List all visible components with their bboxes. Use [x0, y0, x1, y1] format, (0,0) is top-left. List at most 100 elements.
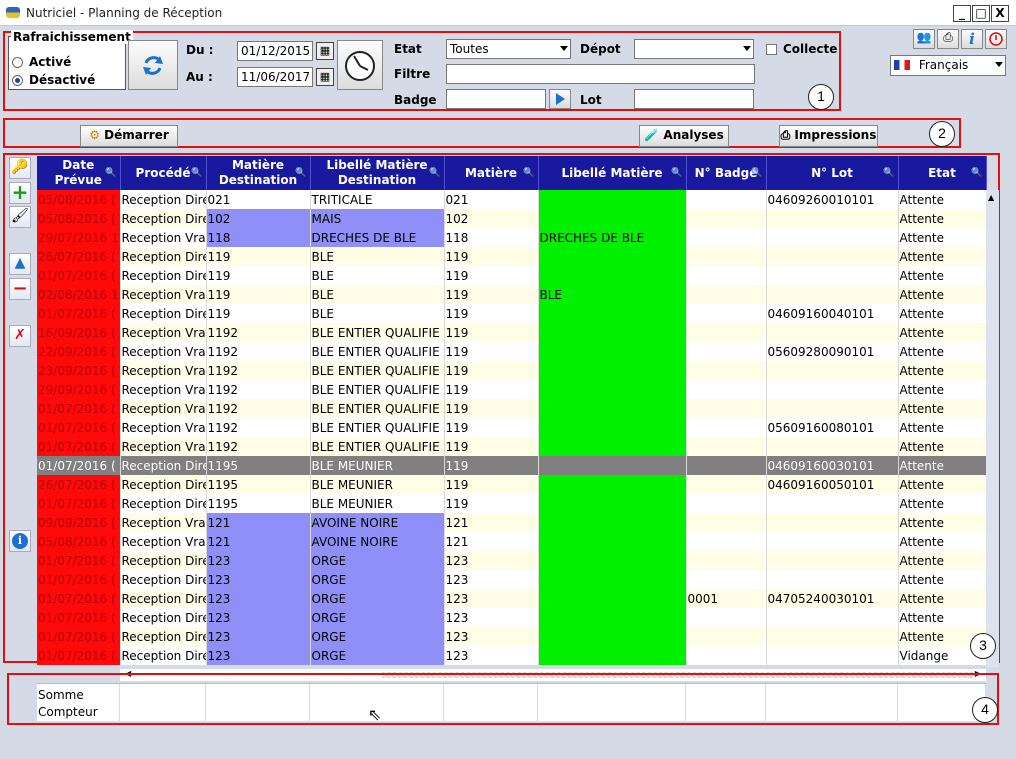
table-cell-date: 02/08/2016 1	[37, 285, 121, 304]
move-up-icon[interactable]: ▲	[9, 253, 31, 275]
column-search-icon[interactable]: 🔍	[429, 166, 440, 181]
scroll-up-icon[interactable]: ▲	[988, 193, 994, 202]
column-search-icon[interactable]: 🔍	[883, 166, 894, 181]
table-cell-mdest: 118	[206, 228, 311, 247]
printer-icon[interactable]: ⎙	[937, 29, 959, 49]
au-date-input[interactable]: 11/06/2017	[237, 67, 313, 87]
key-icon[interactable]: 🔑	[9, 157, 31, 179]
column-search-icon[interactable]: 🔍	[671, 166, 682, 181]
column-header[interactable]: Date Prévue 🔍	[37, 156, 121, 190]
column-search-icon[interactable]: 🔍	[523, 166, 534, 181]
table-row[interactable]: 01/07/2016 (Reception Dire 123 ORGE 123 Vida…	[37, 646, 987, 665]
column-header[interactable]: Matière Destination 🔍	[206, 156, 311, 190]
section-badge-2: 2	[929, 121, 955, 147]
table-cell-lot	[766, 513, 899, 532]
table-row[interactable]: 05/08/2016 (Reception Dire 102 MAIS 102 Atte…	[37, 209, 987, 228]
close-button[interactable]: X	[991, 5, 1009, 22]
table-row[interactable]: 09/09/2016 (Reception Vra 121 AVOINE NOIRE…	[37, 513, 987, 532]
column-search-icon[interactable]: 🔍	[105, 166, 116, 181]
remove-icon[interactable]: −	[9, 278, 31, 300]
column-search-icon[interactable]: 🔍	[751, 166, 762, 181]
table-row[interactable]: 01/07/2016 (Reception Dire 123 ORGE 123 Atte…	[37, 627, 987, 646]
table-cell-lot	[766, 266, 899, 285]
table-row[interactable]: 01/07/2016 (Reception Dire 119 BLE 119 Atten…	[37, 266, 987, 285]
delete-icon[interactable]: ✗	[9, 325, 31, 347]
table-row[interactable]: 29/09/2016 (Reception Vra 1192 BLE ENTIER …	[37, 380, 987, 399]
reception-table: Date Prévue 🔍 Procédé 🔍 Matière Destination 🔍…	[37, 156, 987, 665]
table-row[interactable]: 22/09/2016 (Reception Vra 1192 BLE ENTIER …	[37, 342, 987, 361]
badge-input[interactable]	[446, 89, 546, 109]
table-cell-mdest: 119	[206, 247, 311, 266]
column-header[interactable]: Etat 🔍	[898, 156, 987, 190]
table-cell-mat: 119	[444, 361, 539, 380]
etat-select[interactable]: Toutes	[446, 39, 571, 59]
column-header[interactable]: Libellé Matière Destination 🔍	[310, 156, 445, 190]
table-row[interactable]: 26/07/2016 (Reception Dire 119 BLE 119 Atten…	[37, 247, 987, 266]
start-button[interactable]: ⚙ Démarrer	[80, 125, 178, 147]
language-select[interactable]: Français	[890, 55, 1006, 76]
maximize-button[interactable]: □	[972, 5, 990, 22]
column-search-icon[interactable]: 🔍	[295, 166, 306, 181]
analyses-label: Analyses	[663, 128, 724, 142]
add-icon[interactable]: +	[9, 182, 31, 204]
du-date-input[interactable]: 01/12/2015	[237, 41, 313, 61]
table-row[interactable]: 01/07/2016 (Reception Dire 123 ORGE 123 Atte…	[37, 570, 987, 589]
table-row[interactable]: 01/07/2016 (Reception Dire 123 ORGE 123 Atte…	[37, 551, 987, 570]
column-header[interactable]: N° Lot 🔍	[766, 156, 899, 190]
au-label: Au :	[186, 70, 213, 84]
table-cell-mat: 119	[444, 399, 539, 418]
column-search-icon[interactable]: 🔍	[191, 166, 202, 181]
table-row[interactable]: 01/07/2016 (Reception Dire 119 BLE 119 04609…	[37, 304, 987, 323]
column-search-icon[interactable]: 🔍	[971, 166, 982, 181]
table-row[interactable]: 05/08/2016 (Reception Dire 021 TRITICALE 02…	[37, 190, 987, 209]
table-cell-lmat	[538, 456, 687, 475]
table-cell-lmat	[538, 190, 687, 209]
edit-brush-icon[interactable]: 🖌	[9, 206, 31, 228]
power-icon[interactable]	[985, 29, 1007, 49]
table-row[interactable]: 23/09/2016 (Reception Vra 1192 BLE ENTIER …	[37, 361, 987, 380]
column-header[interactable]: Matière 🔍	[444, 156, 539, 190]
table-cell-badge	[686, 285, 767, 304]
filtre-input[interactable]	[446, 64, 755, 84]
refresh-active-radio[interactable]	[12, 57, 23, 68]
collecte-checkbox[interactable]	[766, 44, 777, 55]
table-row[interactable]: 01/07/2016 (Reception Vra 1192 BLE ENTIER …	[37, 418, 987, 437]
table-row[interactable]: 01/07/2016 (Reception Dire 123 ORGE 123 0001…	[37, 589, 987, 608]
table-cell-date: 26/07/2016 (	[37, 475, 121, 494]
period-button[interactable]	[337, 40, 383, 90]
table-row[interactable]: 01/07/2016 (Reception Vra 1192 BLE ENTIER …	[37, 437, 987, 456]
lot-input[interactable]	[634, 89, 754, 109]
table-cell-date: 01/07/2016 (	[37, 456, 121, 475]
calendar-icon[interactable]: ▦	[316, 42, 334, 60]
table-row[interactable]: 01/07/2016 (Reception Dire 1195 BLE MEUNIE…	[37, 494, 987, 513]
column-header[interactable]: Procédé 🔍	[120, 156, 207, 190]
table-row[interactable]: 05/08/2016 (Reception Vra 121 AVOINE NOIRE…	[37, 532, 987, 551]
refresh-button[interactable]	[128, 40, 178, 90]
table-cell-mat: 121	[444, 532, 539, 551]
table-row[interactable]: 01/07/2016 (Reception Vra 1192 BLE ENTIER …	[37, 399, 987, 418]
refresh-inactive-radio[interactable]	[12, 75, 23, 86]
table-row[interactable]: 01/07/2016 (Reception Dire 123 ORGE 123 Atte…	[37, 608, 987, 627]
table-cell-mat: 123	[444, 608, 539, 627]
table-row[interactable]: 26/07/2016 (Reception Dire 1195 BLE MEUNIE…	[37, 475, 987, 494]
table-row[interactable]: 01/07/2016 (Reception Dire 1195 BLE MEUNIE…	[37, 456, 987, 475]
column-header[interactable]: N° Badge 🔍	[686, 156, 767, 190]
calendar-icon[interactable]: ▦	[316, 68, 334, 86]
table-row[interactable]: 16/09/2016 (Reception Vra 1192 BLE ENTIER …	[37, 323, 987, 342]
table-cell-lmdest: BLE ENTIER QUALIFIE	[310, 323, 445, 342]
impressions-button[interactable]: ⎙ Impressions	[779, 125, 878, 147]
table-row[interactable]: 02/08/2016 1 Reception Vra 119 BLE 119 BLE Att…	[37, 285, 987, 304]
footer-cell-divider	[765, 684, 766, 722]
reception-grid: Date Prévue 🔍 Procédé 🔍 Matière Destination 🔍…	[37, 156, 987, 665]
users-icon[interactable]: 👥	[913, 29, 935, 49]
badge-go-button[interactable]	[549, 89, 571, 109]
info-icon[interactable]: i	[961, 29, 983, 49]
minimize-button[interactable]: _	[953, 5, 971, 22]
table-cell-proc: Reception Vra	[120, 285, 207, 304]
vertical-scrollbar[interactable]: ▲	[986, 190, 999, 667]
table-row[interactable]: 29/07/2016 1 Reception Vra 118 DRECHES DE B…	[37, 228, 987, 247]
analyses-button[interactable]: 🧪 Analyses	[639, 125, 729, 147]
depot-select[interactable]	[634, 39, 754, 59]
info-icon[interactable]: i	[9, 530, 31, 552]
column-header[interactable]: Libellé Matière 🔍	[538, 156, 687, 190]
